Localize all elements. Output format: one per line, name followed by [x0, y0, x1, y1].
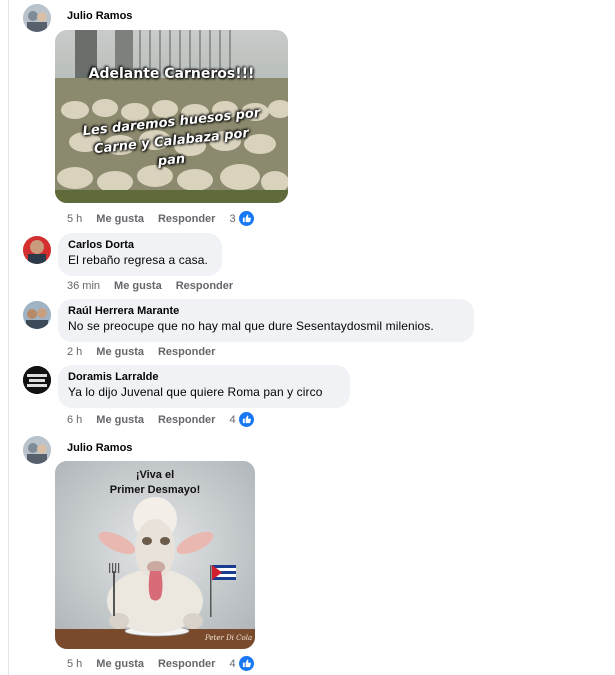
avatar-photo-icon — [23, 4, 51, 32]
meme-caption-line: Primer Desmayo! — [109, 484, 201, 496]
reply-button[interactable]: Responder — [176, 280, 233, 292]
comment-bubble: Doramis Larralde Ya lo dijo Juvenal que … — [58, 365, 350, 408]
reaction-count[interactable]: 4 — [229, 414, 235, 426]
like-button[interactable]: Me gusta — [96, 658, 144, 670]
comment-author[interactable]: Julio Ramos — [67, 10, 132, 22]
like-button[interactable]: Me gusta — [96, 414, 144, 426]
thumbs-up-icon[interactable] — [238, 211, 254, 226]
comment-timestamp[interactable]: 36 min — [67, 280, 100, 292]
meme-caption-title: ¡Viva el — [135, 469, 175, 481]
comment-author[interactable]: Doramis Larralde — [68, 371, 340, 383]
like-button[interactable]: Me gusta — [96, 213, 144, 225]
comment-actions: 5 h Me gusta Responder 3 — [67, 211, 254, 226]
thumbs-up-icon[interactable] — [238, 656, 254, 671]
comment-author[interactable]: Carlos Dorta — [68, 239, 212, 251]
reaction-count[interactable]: 4 — [229, 658, 235, 670]
comment-text: Ya lo dijo Juvenal que quiere Roma pan y… — [68, 385, 323, 399]
comment-timestamp[interactable]: 5 h — [67, 213, 82, 225]
avatar[interactable] — [23, 301, 51, 329]
comment-actions: 6 h Me gusta Responder 4 — [67, 412, 254, 427]
meme-cartoon-image[interactable]: ¡Viva el Primer Desmayo! Peter Di Cola — [55, 461, 255, 649]
artist-signature: Peter Di Cola — [205, 634, 253, 642]
thumbs-up-icon[interactable] — [238, 412, 254, 427]
comment-actions: 2 h Me gusta Responder — [67, 346, 229, 358]
avatar-photo-icon — [23, 436, 51, 464]
comment-timestamp[interactable]: 5 h — [67, 658, 82, 670]
comment-author[interactable]: Raúl Herrera Marante — [68, 305, 464, 317]
avatar[interactable] — [23, 236, 51, 264]
reply-button[interactable]: Responder — [158, 658, 215, 670]
reply-button[interactable]: Responder — [158, 346, 215, 358]
comment-text: El rebaño regresa a casa. — [68, 253, 208, 267]
reply-button[interactable]: Responder — [158, 213, 215, 225]
comment-actions: 36 min Me gusta Responder — [67, 280, 247, 292]
like-button[interactable]: Me gusta — [114, 280, 162, 292]
reaction-count[interactable]: 3 — [229, 213, 235, 225]
comment-bubble: Raúl Herrera Marante No se preocupe que … — [58, 299, 474, 342]
comment-author[interactable]: Julio Ramos — [67, 442, 132, 454]
reply-button[interactable]: Responder — [158, 414, 215, 426]
comment-timestamp[interactable]: 2 h — [67, 346, 82, 358]
comment-timestamp[interactable]: 6 h — [67, 414, 82, 426]
comment-actions: 5 h Me gusta Responder 4 — [67, 656, 254, 671]
comment-text: No se preocupe que no hay mal que dure S… — [68, 319, 434, 333]
avatar-photo-icon — [23, 301, 51, 329]
comment-bubble: Carlos Dorta El rebaño regresa a casa. — [58, 233, 222, 276]
avatar[interactable] — [23, 4, 51, 32]
avatar-photo-icon — [23, 236, 51, 264]
avatar[interactable] — [23, 436, 51, 464]
meme-caption-title: Adelante Carneros!!! — [88, 66, 255, 82]
like-button[interactable]: Me gusta — [96, 346, 144, 358]
avatar[interactable] — [23, 366, 51, 394]
avatar-text-graphic — [23, 366, 51, 394]
thread-line — [8, 0, 9, 675]
meme-sheep-image[interactable]: Adelante Carneros!!! Les daremos huesos … — [55, 30, 288, 203]
